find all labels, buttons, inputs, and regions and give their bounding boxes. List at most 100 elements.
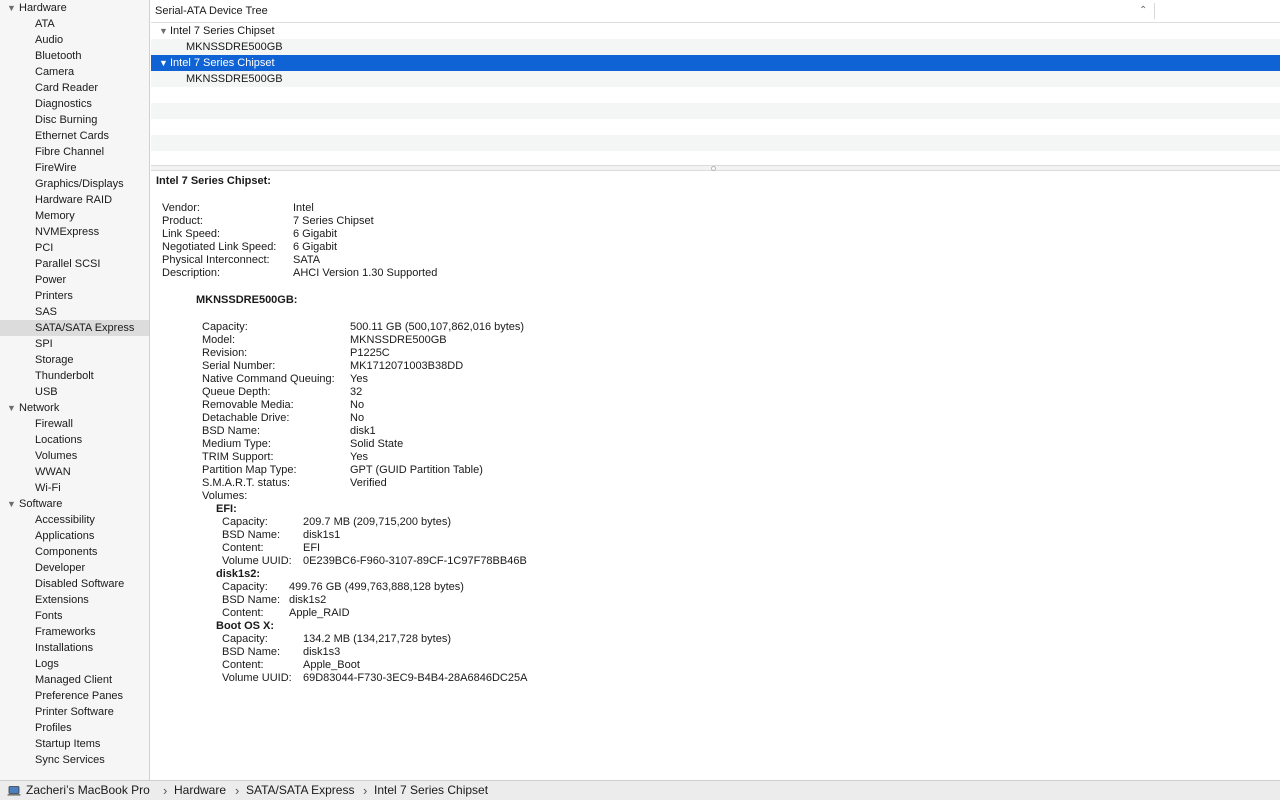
disclosure-triangle-icon[interactable]: ▼ xyxy=(159,23,168,39)
sidebar-item-locations[interactable]: Locations xyxy=(0,432,149,448)
sidebar-item-disc-burning[interactable]: Disc Burning xyxy=(0,112,149,128)
tree-column-header[interactable]: Serial-ATA Device Tree ⌃ xyxy=(151,0,1280,23)
sidebar-item-camera[interactable]: Camera xyxy=(0,64,149,80)
breadcrumb-hardware[interactable]: Hardware xyxy=(174,781,226,800)
sidebar-item-bluetooth[interactable]: Bluetooth xyxy=(0,48,149,64)
sidebar-category-network[interactable]: ▼ Network xyxy=(0,400,149,416)
sidebar-item-applications[interactable]: Applications xyxy=(0,528,149,544)
property-row: Link Speed: 6 Gigabit xyxy=(162,228,962,241)
detail-pane: Intel 7 Series Chipset: Vendor: Intel Prod… xyxy=(151,171,1280,780)
sidebar-category-hardware[interactable]: ▼ Hardware xyxy=(0,0,149,16)
property-row: Content: Apple_Boot xyxy=(222,659,1022,672)
sidebar-item-sync-services[interactable]: Sync Services xyxy=(0,752,149,768)
property-value: 0E239BC6-F960-3107-89CF-1C97F78BB46B xyxy=(303,555,527,567)
sidebar-category-software[interactable]: ▼ Software xyxy=(0,496,149,512)
sidebar-item-volumes[interactable]: Volumes xyxy=(0,448,149,464)
sidebar-item-usb[interactable]: USB xyxy=(0,384,149,400)
sidebar-item-printer-software[interactable]: Printer Software xyxy=(0,704,149,720)
sidebar-item-startup-items[interactable]: Startup Items xyxy=(0,736,149,752)
property-key: TRIM Support: xyxy=(202,451,274,463)
tree-row-label: MKNSSDRE500GB xyxy=(186,73,283,85)
sidebar-item-ethernet-cards[interactable]: Ethernet Cards xyxy=(0,128,149,144)
property-value: Apple_RAID xyxy=(289,607,350,619)
sidebar-item-hardware-raid[interactable]: Hardware RAID xyxy=(0,192,149,208)
sidebar-item-firewall[interactable]: Firewall xyxy=(0,416,149,432)
sidebar-item-ata[interactable]: ATA xyxy=(0,16,149,32)
property-row: Volumes: xyxy=(202,490,1002,503)
sidebar-item-installations[interactable]: Installations xyxy=(0,640,149,656)
breadcrumb-separator-icon: › xyxy=(163,783,168,798)
sidebar-item-components[interactable]: Components xyxy=(0,544,149,560)
disclosure-triangle-icon[interactable]: ▼ xyxy=(159,55,168,71)
sidebar-item-fonts[interactable]: Fonts xyxy=(0,608,149,624)
breadcrumb-chipset[interactable]: Intel 7 Series Chipset xyxy=(374,781,488,800)
sidebar-item-sas[interactable]: SAS xyxy=(0,304,149,320)
tree-row-controller[interactable]: ▼ Intel 7 Series Chipset xyxy=(151,23,1280,39)
sidebar-item-graphics-displays[interactable]: Graphics/Displays xyxy=(0,176,149,192)
property-value: 134.2 MB (134,217,728 bytes) xyxy=(303,633,451,645)
property-row: S.M.A.R.T. status: Verified xyxy=(202,477,1002,490)
property-key: EFI: xyxy=(216,503,237,515)
sidebar-item-sata-sata-express[interactable]: SATA/SATA Express xyxy=(0,320,149,336)
property-value: disk1s3 xyxy=(303,646,341,658)
property-value: Intel xyxy=(293,202,314,214)
sidebar-item-preference-panes[interactable]: Preference Panes xyxy=(0,688,149,704)
tree-row-device[interactable]: MKNSSDRE500GB xyxy=(151,71,1280,87)
property-row: Physical Interconnect: SATA xyxy=(162,254,962,267)
tree-row-label: Intel 7 Series Chipset xyxy=(170,57,275,69)
sidebar-item-power[interactable]: Power xyxy=(0,272,149,288)
sidebar-item-thunderbolt[interactable]: Thunderbolt xyxy=(0,368,149,384)
sidebar-item-developer[interactable]: Developer xyxy=(0,560,149,576)
property-key: Capacity: xyxy=(202,321,248,333)
column-divider[interactable] xyxy=(1154,3,1155,19)
property-row: Capacity: 499.76 GB (499,763,888,128 byte… xyxy=(222,581,1022,594)
sidebar-item-firewire[interactable]: FireWire xyxy=(0,160,149,176)
sidebar-item-managed-client[interactable]: Managed Client xyxy=(0,672,149,688)
sidebar-item-spi[interactable]: SPI xyxy=(0,336,149,352)
sidebar-item-profiles[interactable]: Profiles xyxy=(0,720,149,736)
sidebar-item-card-reader[interactable]: Card Reader xyxy=(0,80,149,96)
sidebar-item-memory[interactable]: Memory xyxy=(0,208,149,224)
breadcrumb-separator-icon: › xyxy=(235,783,240,798)
sidebar-item-printers[interactable]: Printers xyxy=(0,288,149,304)
property-row: Volume UUID: 0E239BC6-F960-3107-89CF-1C97… xyxy=(222,555,1022,568)
property-key: Boot OS X: xyxy=(216,620,275,632)
sidebar-item-fibre-channel[interactable]: Fibre Channel xyxy=(0,144,149,160)
sidebar-item-accessibility[interactable]: Accessibility xyxy=(0,512,149,528)
property-row: Removable Media: No xyxy=(202,399,1002,412)
property-key: Negotiated Link Speed: xyxy=(162,241,277,253)
sidebar-item-frameworks[interactable]: Frameworks xyxy=(0,624,149,640)
breadcrumb-sata[interactable]: SATA/SATA Express xyxy=(246,781,354,800)
sidebar-item-disabled-software[interactable]: Disabled Software xyxy=(0,576,149,592)
property-row: Capacity: 209.7 MB (209,715,200 bytes) xyxy=(222,516,1022,529)
sidebar-item-nvmexpress[interactable]: NVMExpress xyxy=(0,224,149,240)
disclosure-triangle-icon[interactable]: ▼ xyxy=(7,496,16,512)
sidebar-item-wi-fi[interactable]: Wi-Fi xyxy=(0,480,149,496)
breadcrumb-separator-icon: › xyxy=(363,783,368,798)
breadcrumb-computer[interactable]: Zacheri’s MacBook Pro xyxy=(26,781,150,800)
sidebar-item-pci[interactable]: PCI xyxy=(0,240,149,256)
sidebar-item-wwan[interactable]: WWAN xyxy=(0,464,149,480)
sidebar-item-audio[interactable]: Audio xyxy=(0,32,149,48)
property-row: Description: AHCI Version 1.30 Supported xyxy=(162,267,962,280)
property-key: Vendor: xyxy=(162,202,200,214)
disclosure-triangle-icon[interactable]: ▼ xyxy=(7,400,16,416)
device-tree: Serial-ATA Device Tree ⌃ ▼ Intel 7 Series… xyxy=(151,0,1280,165)
property-value: No xyxy=(350,412,365,424)
property-key: Model: xyxy=(202,334,236,346)
property-value: disk1s1 xyxy=(303,529,341,541)
main-pane: Serial-ATA Device Tree ⌃ ▼ Intel 7 Series… xyxy=(151,0,1280,780)
sort-ascending-icon[interactable]: ⌃ xyxy=(1139,0,1147,22)
sidebar-item-diagnostics[interactable]: Diagnostics xyxy=(0,96,149,112)
sidebar-item-extensions[interactable]: Extensions xyxy=(0,592,149,608)
property-key: Detachable Drive: xyxy=(202,412,290,424)
property-key: Medium Type: xyxy=(202,438,271,450)
property-key: Capacity: xyxy=(222,633,268,645)
sidebar-item-storage[interactable]: Storage xyxy=(0,352,149,368)
property-value: SATA xyxy=(293,254,321,266)
tree-row-controller[interactable]: ▼ Intel 7 Series Chipset xyxy=(151,55,1280,71)
tree-row-device[interactable]: MKNSSDRE500GB xyxy=(151,39,1280,55)
sidebar-item-parallel-scsi[interactable]: Parallel SCSI xyxy=(0,256,149,272)
sidebar-item-logs[interactable]: Logs xyxy=(0,656,149,672)
disclosure-triangle-icon[interactable]: ▼ xyxy=(7,0,16,16)
